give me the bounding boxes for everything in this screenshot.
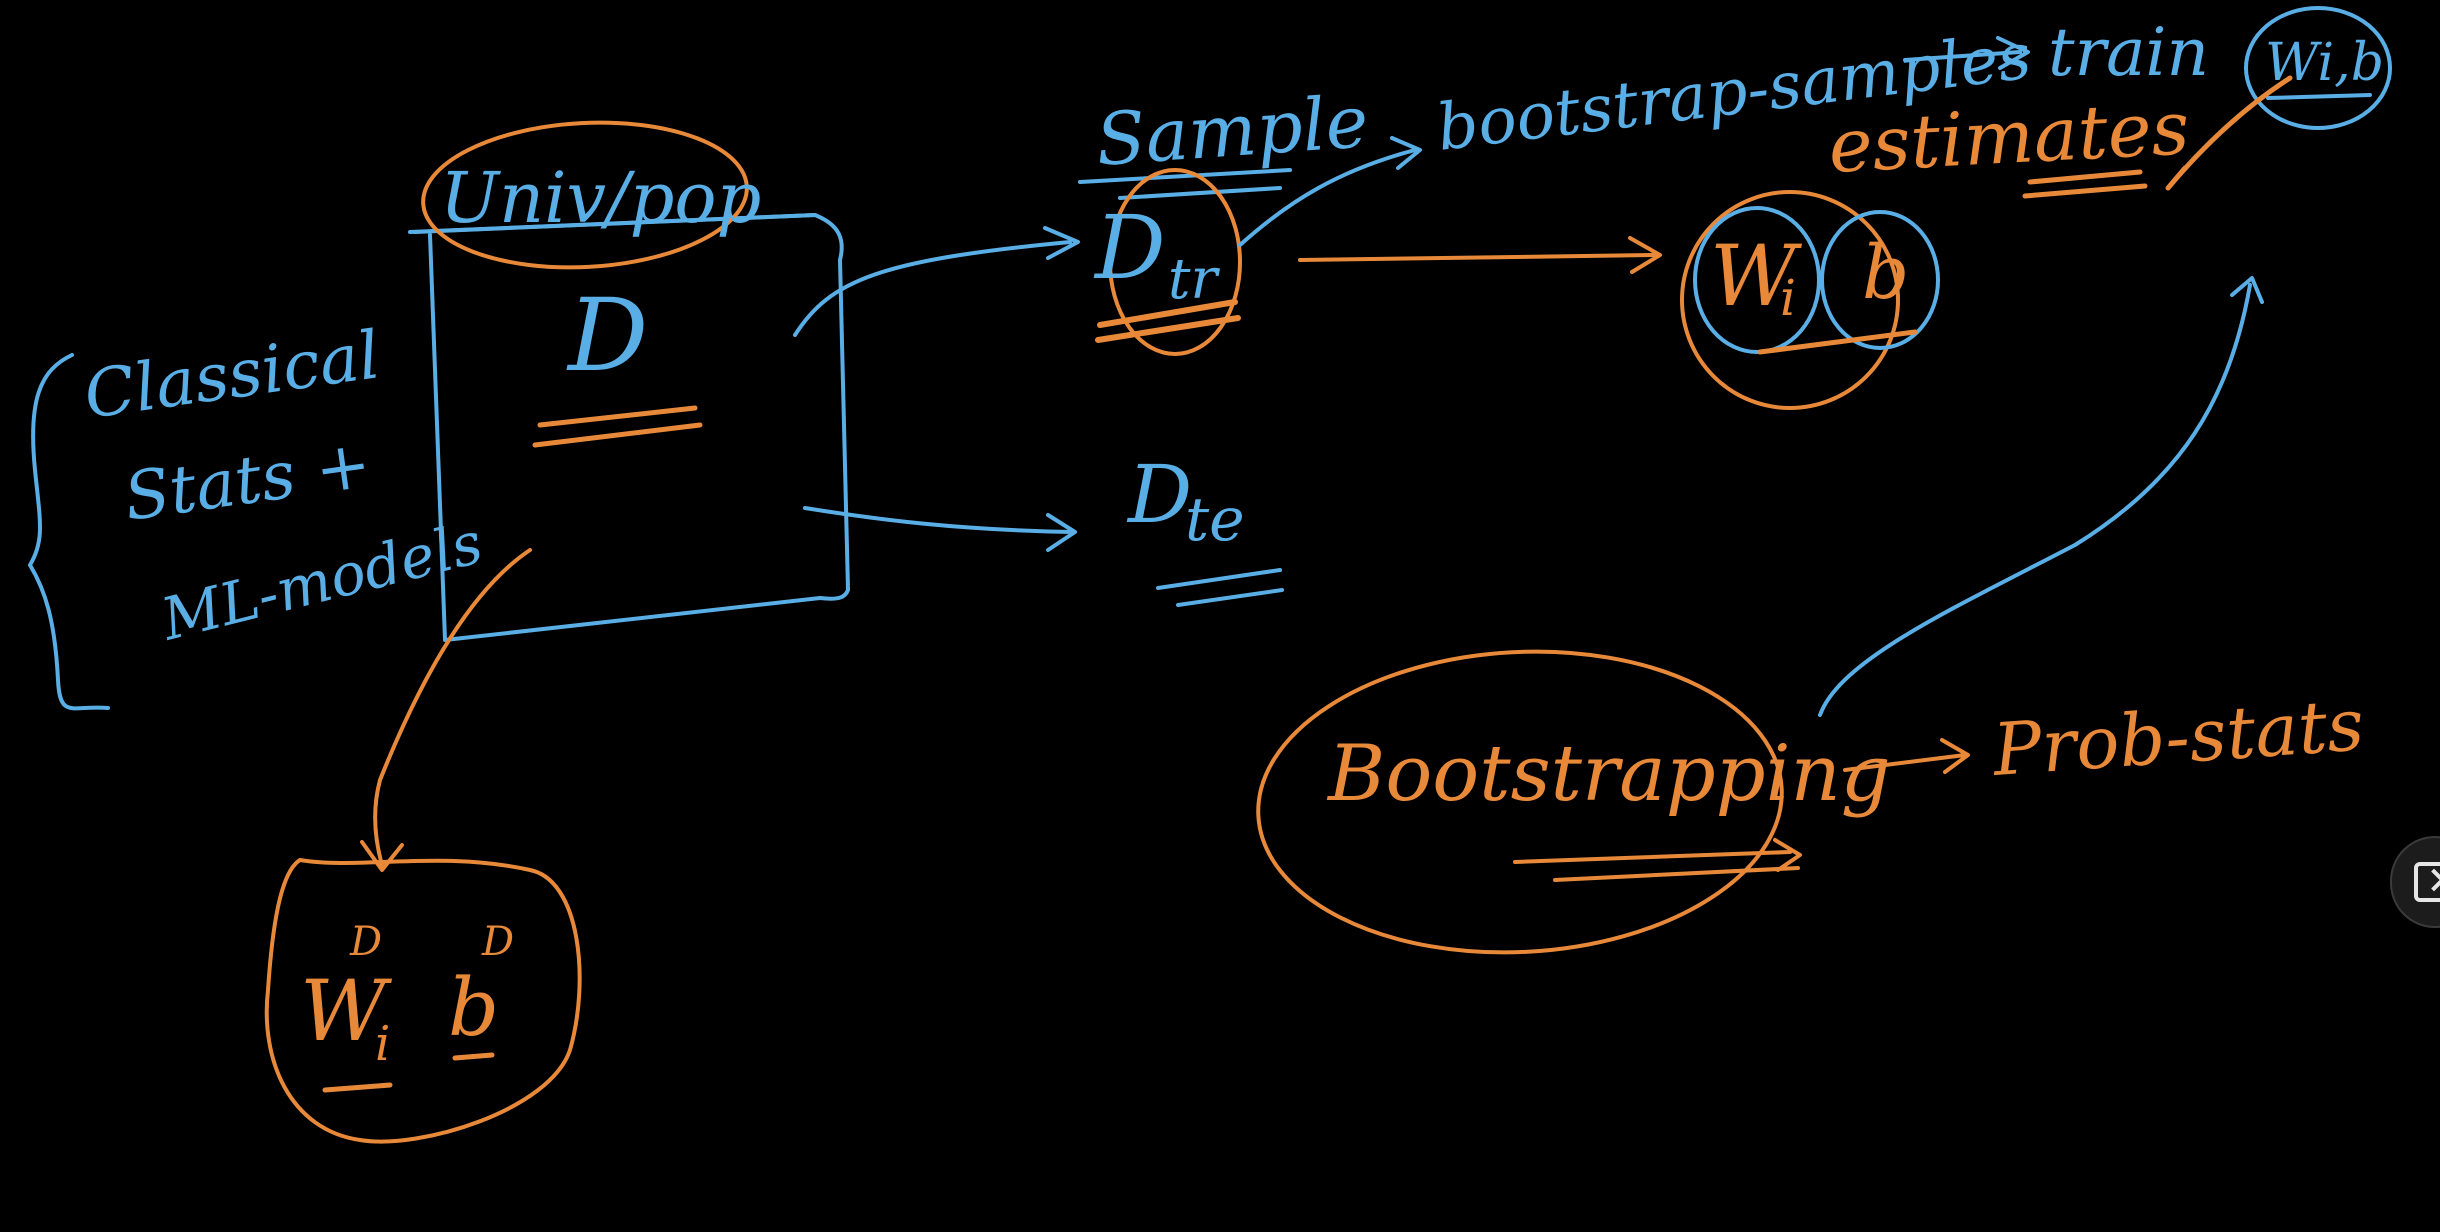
label-dtr: D <box>1093 196 1166 299</box>
whiteboard-canvas: Classical Stats + ML-models Univ/pop D S… <box>0 0 2440 1232</box>
label-wd-sup: D <box>349 919 382 965</box>
diagram-svg: Classical Stats + ML-models Univ/pop D S… <box>28 6 2392 1144</box>
label-dte: D <box>1126 448 1192 541</box>
label-b-inner: b <box>1862 230 1909 316</box>
label-dataset-d: D <box>566 277 648 394</box>
label-train: train <box>2048 14 2209 91</box>
label-bd: b <box>448 961 499 1054</box>
dataset-underline <box>532 405 703 448</box>
label-prob-stats: Prob-stats <box>1988 682 2366 792</box>
arrow-to-dtr <box>793 226 1080 337</box>
label-classical: Classical <box>80 316 385 434</box>
label-wd-sub: i <box>375 1016 390 1072</box>
arrow-bootstrap-to-top <box>1818 276 2264 717</box>
label-dte-sub: te <box>1185 485 1245 555</box>
label-sample: Sample <box>1093 79 1370 182</box>
label-bootstrapping: Bootstrapping <box>1326 729 1891 819</box>
wib-underline <box>1757 329 1918 355</box>
expand-panel-icon <box>2414 862 2440 902</box>
wd-underline <box>322 1052 495 1093</box>
label-ml-models: ML-models <box>154 508 489 653</box>
label-univ-pop: Univ/pop <box>440 157 761 239</box>
label-stats-plus: Stats + <box>120 425 376 536</box>
label-dtr-sub: tr <box>1168 247 1221 312</box>
label-bd-sup: D <box>481 919 514 965</box>
wib-top-underline <box>2266 93 2372 100</box>
arrow-to-estimates <box>1298 236 1662 274</box>
dte-underline <box>1156 568 1284 607</box>
label-wi-sub: i <box>1780 269 1796 327</box>
